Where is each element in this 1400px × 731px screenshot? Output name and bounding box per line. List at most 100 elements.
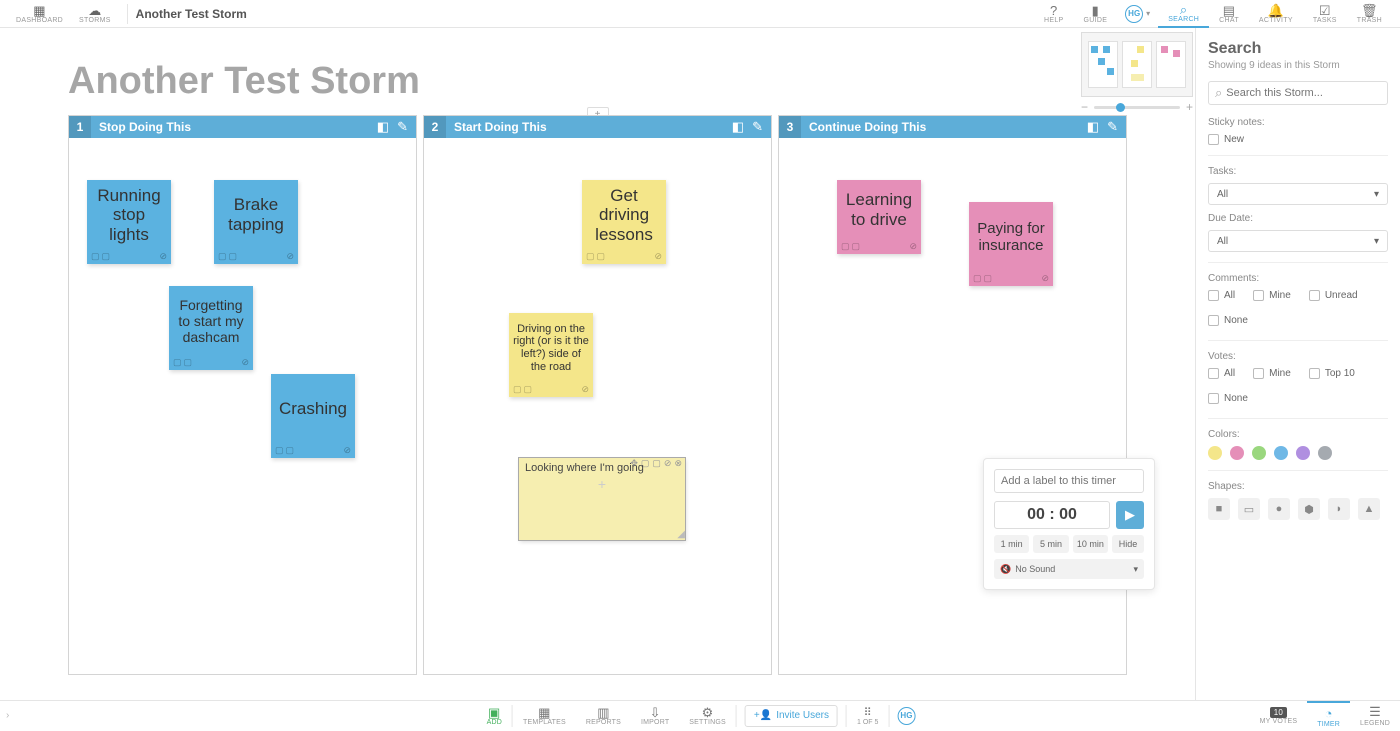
column-1-title[interactable]: Stop Doing This [91, 120, 377, 134]
sticky-note[interactable]: Brake tapping ▢▢⊘ [214, 180, 298, 264]
shape-person[interactable]: ▲ [1358, 498, 1380, 520]
shape-leaf[interactable]: ◗ [1328, 498, 1350, 520]
block-icon[interactable]: ⊘ [909, 241, 917, 252]
duedate-select[interactable]: All▾ [1208, 230, 1388, 252]
timer-play-button[interactable]: ▶ [1116, 501, 1144, 529]
block-icon[interactable]: ⊘ [241, 357, 249, 368]
timer-hide-button[interactable]: Hide [1112, 535, 1144, 553]
current-user-avatar[interactable]: HG [897, 707, 915, 725]
checkbox-comments-unread[interactable] [1309, 290, 1320, 301]
column-2-body[interactable]: Get driving lessons ▢▢⊘ Driving on the r… [424, 138, 771, 674]
vote-icon[interactable]: ▢ [184, 357, 193, 368]
comment-icon[interactable]: ▢ [91, 251, 100, 262]
close-icon[interactable]: ⊗ [674, 458, 682, 469]
vote-icon[interactable]: ▢ [229, 251, 238, 262]
block-icon[interactable]: ⊘ [664, 458, 672, 469]
shape-square[interactable]: ■ [1208, 498, 1230, 520]
sticky-note[interactable]: Get driving lessons ▢▢⊘ [582, 180, 666, 264]
timer-preset-10min[interactable]: 10 min [1073, 535, 1108, 553]
block-icon[interactable]: ⊘ [286, 251, 294, 262]
vote-icon[interactable]: ▢ [286, 445, 295, 456]
plus-icon[interactable]: + [598, 476, 606, 492]
checkbox-votes-none[interactable] [1208, 393, 1219, 404]
tasks-select[interactable]: All▾ [1208, 183, 1388, 205]
sticky-note[interactable]: Forgetting to start my dashcam ▢▢⊘ [169, 286, 253, 370]
sticky-note-selected[interactable]: ✥▢▢⊘⊗ Looking where I'm going + ◢ [519, 458, 685, 540]
resize-handle[interactable]: ◢ [677, 529, 685, 540]
shape-index[interactable]: ▭ [1238, 498, 1260, 520]
nav-storms[interactable]: ☁ Storms [71, 4, 119, 24]
checkbox-new[interactable] [1208, 134, 1219, 145]
bb-reports[interactable]: ▥Reports [576, 706, 631, 726]
color-blue[interactable] [1274, 446, 1288, 460]
shape-circle[interactable]: ● [1268, 498, 1290, 520]
search-input[interactable] [1226, 87, 1381, 99]
checkbox-comments-none[interactable] [1208, 315, 1219, 326]
zoom-in-icon[interactable]: + [1186, 100, 1193, 114]
block-icon[interactable]: ⊘ [343, 445, 351, 456]
comment-icon[interactable]: ▢ [218, 251, 227, 262]
bookmark-icon[interactable]: ◧ [1087, 119, 1099, 135]
shape-hex[interactable]: ⬢ [1298, 498, 1320, 520]
comment-icon[interactable]: ▢ [973, 273, 982, 284]
vote-icon[interactable]: ▢ [652, 458, 661, 469]
column-2-title[interactable]: Start Doing This [446, 120, 732, 134]
color-yellow[interactable] [1208, 446, 1222, 460]
block-icon[interactable]: ⊘ [581, 384, 589, 395]
vote-icon[interactable]: ▢ [984, 273, 993, 284]
checkbox-votes-mine[interactable] [1253, 368, 1264, 379]
column-1-body[interactable]: Running stop lights ▢▢⊘ Brake tapping ▢▢… [69, 138, 416, 674]
nav-tasks[interactable]: ☑Tasks [1303, 0, 1347, 28]
sticky-note[interactable]: Running stop lights ▢▢⊘ [87, 180, 171, 264]
nav-search[interactable]: ⌕Search [1158, 0, 1209, 28]
sticky-note[interactable]: Crashing ▢▢⊘ [271, 374, 355, 458]
timer-sound-select[interactable]: 🔇 No Sound ▾ [994, 559, 1144, 579]
sticky-note[interactable]: Paying for insurance ▢▢⊘ [969, 202, 1053, 286]
color-purple[interactable] [1296, 446, 1310, 460]
bb-add[interactable]: ▣Add [477, 706, 512, 726]
nav-activity[interactable]: 🔔Activity [1249, 0, 1303, 28]
nav-dashboard[interactable]: ▦ Dashboard [8, 4, 71, 24]
comment-icon[interactable]: ▢ [513, 384, 522, 395]
minimap[interactable] [1081, 32, 1193, 97]
edit-icon[interactable]: ✎ [1107, 119, 1118, 135]
bb-templates[interactable]: ▦Templates [513, 706, 576, 726]
timer-display[interactable]: 00 : 00 [994, 501, 1110, 529]
sticky-note[interactable]: Learning to drive ▢▢⊘ [837, 180, 921, 254]
bb-legend[interactable]: ☰Legend [1350, 701, 1400, 731]
page-indicator[interactable]: ⠿1 of 5 [847, 706, 888, 726]
nav-trash[interactable]: 🗑Trash [1347, 0, 1392, 28]
checkbox-votes-top10[interactable] [1309, 368, 1320, 379]
bb-import[interactable]: ⇩Import [631, 706, 679, 726]
block-icon[interactable]: ⊘ [159, 251, 167, 262]
comment-icon[interactable]: ▢ [841, 241, 850, 252]
color-pink[interactable] [1230, 446, 1244, 460]
color-green[interactable] [1252, 446, 1266, 460]
checkbox-comments-mine[interactable] [1253, 290, 1264, 301]
zoom-slider[interactable]: − + [1081, 100, 1193, 114]
vote-icon[interactable]: ▢ [102, 251, 111, 262]
edit-icon[interactable]: ✎ [397, 119, 408, 135]
color-grey[interactable] [1318, 446, 1332, 460]
column-3-title[interactable]: Continue Doing This [801, 120, 1087, 134]
bb-settings[interactable]: ⚙Settings [679, 706, 736, 726]
comment-icon[interactable]: ▢ [586, 251, 595, 262]
expand-left[interactable]: › [0, 710, 15, 721]
timer-preset-5min[interactable]: 5 min [1033, 535, 1068, 553]
bb-my-votes[interactable]: 10My Votes [1250, 701, 1308, 731]
bb-timer[interactable]: ◔Timer [1307, 701, 1350, 731]
column-3-body[interactable]: Learning to drive ▢▢⊘ Paying for insuran… [779, 138, 1126, 674]
timer-preset-1min[interactable]: 1 min [994, 535, 1029, 553]
nav-help[interactable]: ?Help [1034, 0, 1074, 28]
sticky-text[interactable]: Looking where I'm going [525, 462, 644, 474]
bookmark-icon[interactable]: ◧ [732, 119, 744, 135]
block-icon[interactable]: ⊘ [654, 251, 662, 262]
timer-label-input[interactable] [994, 469, 1144, 493]
edit-icon[interactable]: ✎ [752, 119, 763, 135]
nav-guide[interactable]: ▮Guide [1074, 0, 1118, 28]
checkbox-votes-all[interactable] [1208, 368, 1219, 379]
nav-chat[interactable]: ▤Chat [1209, 0, 1249, 28]
sticky-note[interactable]: Driving on the right (or is it the left?… [509, 313, 593, 397]
zoom-out-icon[interactable]: − [1081, 100, 1088, 114]
comment-icon[interactable]: ▢ [275, 445, 284, 456]
